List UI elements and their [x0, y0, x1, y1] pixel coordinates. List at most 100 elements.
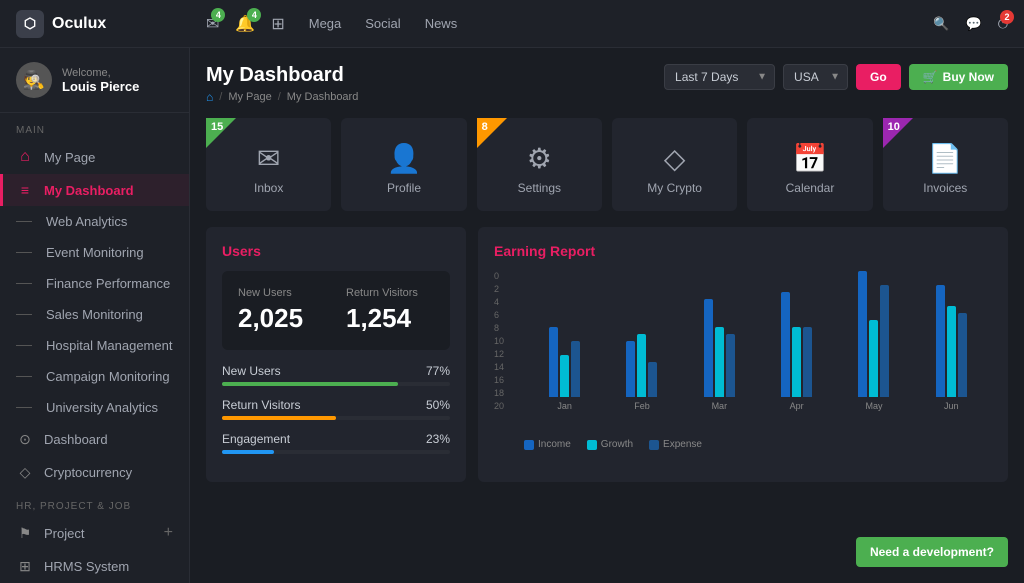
inbox-badge-wrap: 15: [206, 118, 242, 154]
page-title: My Dashboard: [206, 64, 358, 87]
y-label-6: 6: [494, 310, 504, 320]
sidebar-item-universityanalytics[interactable]: University Analytics: [0, 392, 189, 423]
new-users-stat: New Users 2,025: [238, 287, 326, 334]
days-filter-select[interactable]: Last 7 Days Last 30 Days: [664, 64, 775, 90]
content-header: My Dashboard ⌂ / My Page / My Dashboard …: [206, 64, 1008, 104]
logo: ⬡ Oculux: [16, 10, 206, 38]
breadcrumb-home-icon: ⌂: [206, 90, 213, 104]
main-layout: 🕵 Welcome, Louis Pierce Main ⌂ My Page ≡…: [0, 48, 1024, 583]
breadcrumb: ⌂ / My Page / My Dashboard: [206, 90, 358, 104]
user-section: 🕵 Welcome, Louis Pierce: [0, 48, 189, 113]
sidebar-item-salesmonitoring[interactable]: Sales Monitoring: [0, 299, 189, 330]
sidebar-section-hr: HR, Project & Job: [0, 489, 189, 516]
return-visitors-progress: Return Visitors 50%: [222, 398, 450, 420]
dash-line: [16, 345, 32, 346]
sidebar-item-financeperformance[interactable]: Finance Performance: [0, 268, 189, 299]
header-controls: Last 7 Days Last 30 Days ▼ USA EU ▼ Go 🛒…: [664, 64, 1008, 90]
x-label: May: [865, 401, 882, 411]
sidebar-item-project[interactable]: ⚑ Project +: [0, 516, 189, 550]
sidebar-section-main: Main: [0, 113, 189, 140]
expense-legend-label: Expense: [663, 439, 702, 450]
dev-button[interactable]: Need a development?: [856, 537, 1008, 567]
y-label-20: 20: [494, 401, 504, 411]
sidebar-item-cryptocurrency[interactable]: ◇ Cryptocurrency: [0, 456, 189, 489]
sidebar-label-project: Project: [44, 526, 84, 541]
bar-income: [936, 285, 945, 397]
topnav-right: 🔍 💬 2 ⏻: [933, 16, 1008, 32]
dashboard-icon: ⊙: [16, 431, 34, 448]
engagement-progress-pct: 23%: [426, 432, 450, 446]
settings-badge-wrap: 8: [477, 118, 513, 154]
sidebar-item-mydashboard[interactable]: ≡ My Dashboard: [0, 174, 189, 206]
chart-month-group: May: [837, 257, 910, 411]
nav-link-news[interactable]: News: [425, 16, 458, 31]
username[interactable]: Louis Pierce: [62, 79, 139, 94]
return-visitors-bar: [222, 416, 336, 420]
new-users-progress-label: New Users: [222, 364, 281, 378]
search-nav-icon[interactable]: 🔍: [933, 16, 949, 32]
widget-inbox[interactable]: 15 ✉ Inbox: [206, 118, 331, 211]
project-icon: ⚑: [16, 525, 34, 542]
sidebar-item-mypage[interactable]: ⌂ My Page: [0, 140, 189, 174]
sidebar-label-webanalytics: Web Analytics: [46, 214, 127, 229]
bell-nav-icon[interactable]: 4 🔔: [235, 14, 255, 34]
bar-growth: [792, 327, 801, 397]
chart-bars-container: JanFebMarAprMayJun: [524, 271, 992, 411]
inbox-badge-number: 15: [211, 121, 223, 133]
y-label-18: 18: [494, 388, 504, 398]
y-axis: 20 18 16 14 12 10 8 6 4 2 0: [494, 271, 504, 411]
cart-icon: 🛒: [923, 70, 938, 84]
main-content: My Dashboard ⌂ / My Page / My Dashboard …: [190, 48, 1024, 583]
widget-calendar[interactable]: 📅 Calendar: [747, 118, 872, 211]
calendar-widget-label: Calendar: [786, 181, 835, 195]
new-users-value: 2,025: [238, 303, 326, 334]
go-button[interactable]: Go: [856, 64, 901, 90]
buy-now-label: Buy Now: [943, 70, 994, 84]
sidebar-label-salesmonitoring: Sales Monitoring: [46, 307, 143, 322]
sidebar-label-campaignmonitoring: Campaign Monitoring: [46, 369, 170, 384]
bar-income: [704, 299, 713, 397]
bar-income: [858, 271, 867, 397]
sidebar-item-webanalytics[interactable]: Web Analytics: [0, 206, 189, 237]
widget-invoices[interactable]: 10 📄 Invoices: [883, 118, 1008, 211]
widget-settings[interactable]: 8 ⚙ Settings: [477, 118, 602, 211]
sidebar-item-hospitalmanagement[interactable]: Hospital Management: [0, 330, 189, 361]
sidebar-item-hrms[interactable]: ⊞ HRMS System: [0, 550, 189, 583]
new-users-progress-row: New Users 77%: [222, 364, 450, 378]
growth-legend-dot: [587, 440, 597, 450]
new-users-progress-pct: 77%: [426, 364, 450, 378]
new-users-bar-bg: [222, 382, 450, 386]
widget-mycrypto[interactable]: ◇ My Crypto: [612, 118, 737, 211]
bar-income: [549, 327, 558, 397]
x-label: Mar: [712, 401, 728, 411]
chat-nav-icon[interactable]: 💬: [966, 16, 982, 32]
y-label-0: 0: [494, 271, 504, 281]
legend-growth: Growth: [587, 439, 633, 450]
days-filter-wrap: Last 7 Days Last 30 Days ▼: [664, 64, 775, 90]
sidebar-item-dashboard[interactable]: ⊙ Dashboard: [0, 423, 189, 456]
home-icon: ⌂: [16, 148, 34, 166]
user-info: Welcome, Louis Pierce: [62, 67, 139, 94]
dashboard-active-icon: ≡: [16, 182, 34, 198]
inbox-widget-icon: ✉: [257, 142, 280, 175]
engagement-progress-row: Engagement 23%: [222, 432, 450, 446]
inbox-nav-icon[interactable]: 4 ✉: [206, 14, 219, 34]
sidebar-label-cryptocurrency: Cryptocurrency: [44, 465, 132, 480]
top-navigation: ⬡ Oculux 4 ✉ 4 🔔 ⊞ Mega Social News 🔍 💬 …: [0, 0, 1024, 48]
sidebar-item-eventmonitoring[interactable]: Event Monitoring: [0, 237, 189, 268]
dash-line: [16, 314, 32, 315]
grid-nav-icon[interactable]: ⊞: [271, 14, 284, 34]
nav-link-social[interactable]: Social: [365, 16, 400, 31]
nav-link-mega[interactable]: Mega: [309, 16, 342, 31]
x-label: Jun: [944, 401, 959, 411]
sidebar-item-campaignmonitoring[interactable]: Campaign Monitoring: [0, 361, 189, 392]
chart-month-group: Feb: [605, 257, 678, 411]
region-filter-select[interactable]: USA EU: [783, 64, 848, 90]
new-users-label: New Users: [238, 287, 326, 299]
bar-growth: [869, 320, 878, 397]
alert-badge: 2: [1000, 10, 1014, 24]
widget-profile[interactable]: 👤 Profile: [341, 118, 466, 211]
buy-now-button[interactable]: 🛒 Buy Now: [909, 64, 1008, 90]
power-nav-icon[interactable]: 2 ⏻: [998, 16, 1008, 32]
users-panel: Users New Users 2,025 Return Visitors 1,…: [206, 227, 466, 482]
